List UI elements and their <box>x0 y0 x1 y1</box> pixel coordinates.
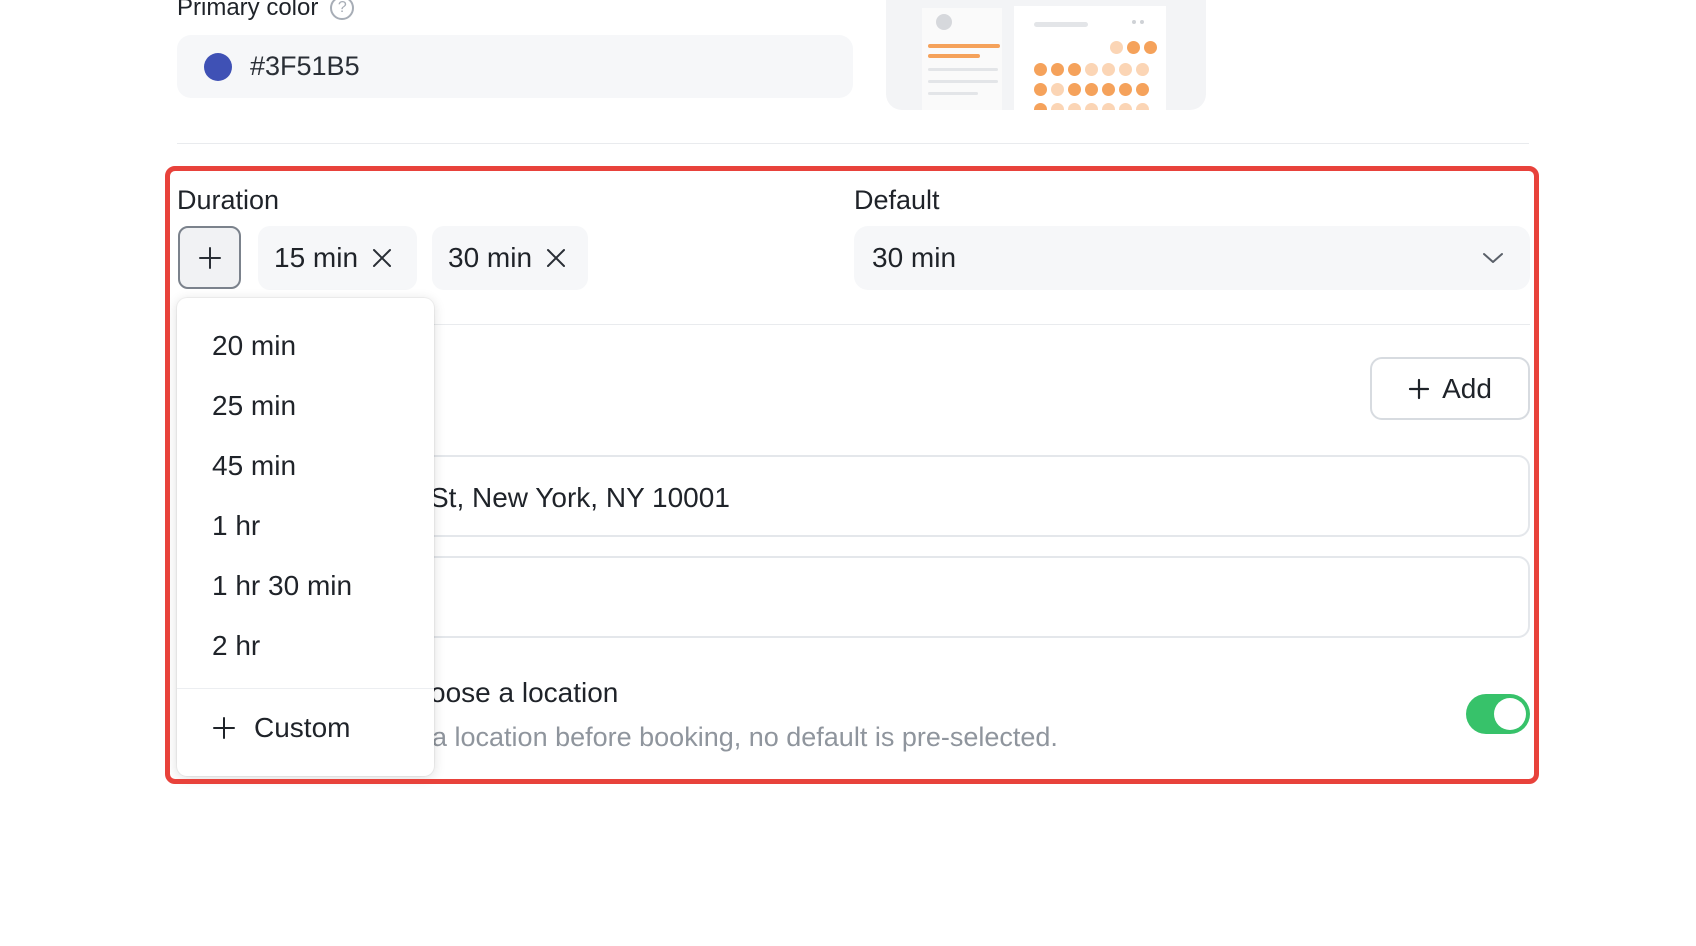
primary-color-input[interactable]: #3F51B5 <box>177 35 853 98</box>
preview-dot <box>1085 63 1098 76</box>
question-circle-icon[interactable]: ? <box>330 0 355 20</box>
color-swatch[interactable] <box>204 52 232 81</box>
preview-dot <box>1119 63 1132 76</box>
preview-dot <box>1085 103 1098 110</box>
preview-dot <box>1034 103 1047 110</box>
preview-bar <box>1034 22 1088 27</box>
preview-dot <box>1140 20 1144 24</box>
preview-dot <box>1085 83 1098 96</box>
preview-dot <box>1132 20 1136 24</box>
preview-bar <box>928 68 998 71</box>
preview-dot <box>1051 103 1064 110</box>
preview-dot <box>1136 63 1149 76</box>
section-divider <box>177 143 1529 144</box>
primary-color-label-text: Primary color <box>177 0 319 21</box>
preview-dot <box>1051 83 1064 96</box>
theme-preview-thumbnail <box>886 0 1206 110</box>
preview-dot <box>1102 103 1115 110</box>
preview-dot <box>1119 103 1132 110</box>
preview-dot <box>1102 63 1115 76</box>
preview-dot <box>1068 63 1081 76</box>
preview-bar <box>928 92 978 95</box>
preview-dot <box>1068 83 1081 96</box>
preview-bar <box>928 44 1000 48</box>
preview-bar <box>928 54 980 58</box>
preview-left-pane <box>922 8 1002 110</box>
preview-dot <box>1144 41 1157 54</box>
preview-bar <box>928 80 998 83</box>
preview-avatar <box>936 14 952 30</box>
preview-dot <box>1068 103 1081 110</box>
highlight-box <box>165 166 1539 784</box>
preview-dot <box>1119 83 1132 96</box>
preview-dot <box>1110 41 1123 54</box>
preview-right-pane <box>1014 6 1166 110</box>
preview-dot <box>1034 83 1047 96</box>
preview-dot <box>1102 83 1115 96</box>
preview-dot <box>1127 41 1140 54</box>
primary-color-label: Primary color ? <box>177 0 355 22</box>
preview-dot <box>1136 83 1149 96</box>
preview-dot <box>1034 63 1047 76</box>
preview-dot <box>1136 103 1149 110</box>
primary-color-value: #3F51B5 <box>250 51 360 81</box>
preview-dot <box>1051 63 1064 76</box>
